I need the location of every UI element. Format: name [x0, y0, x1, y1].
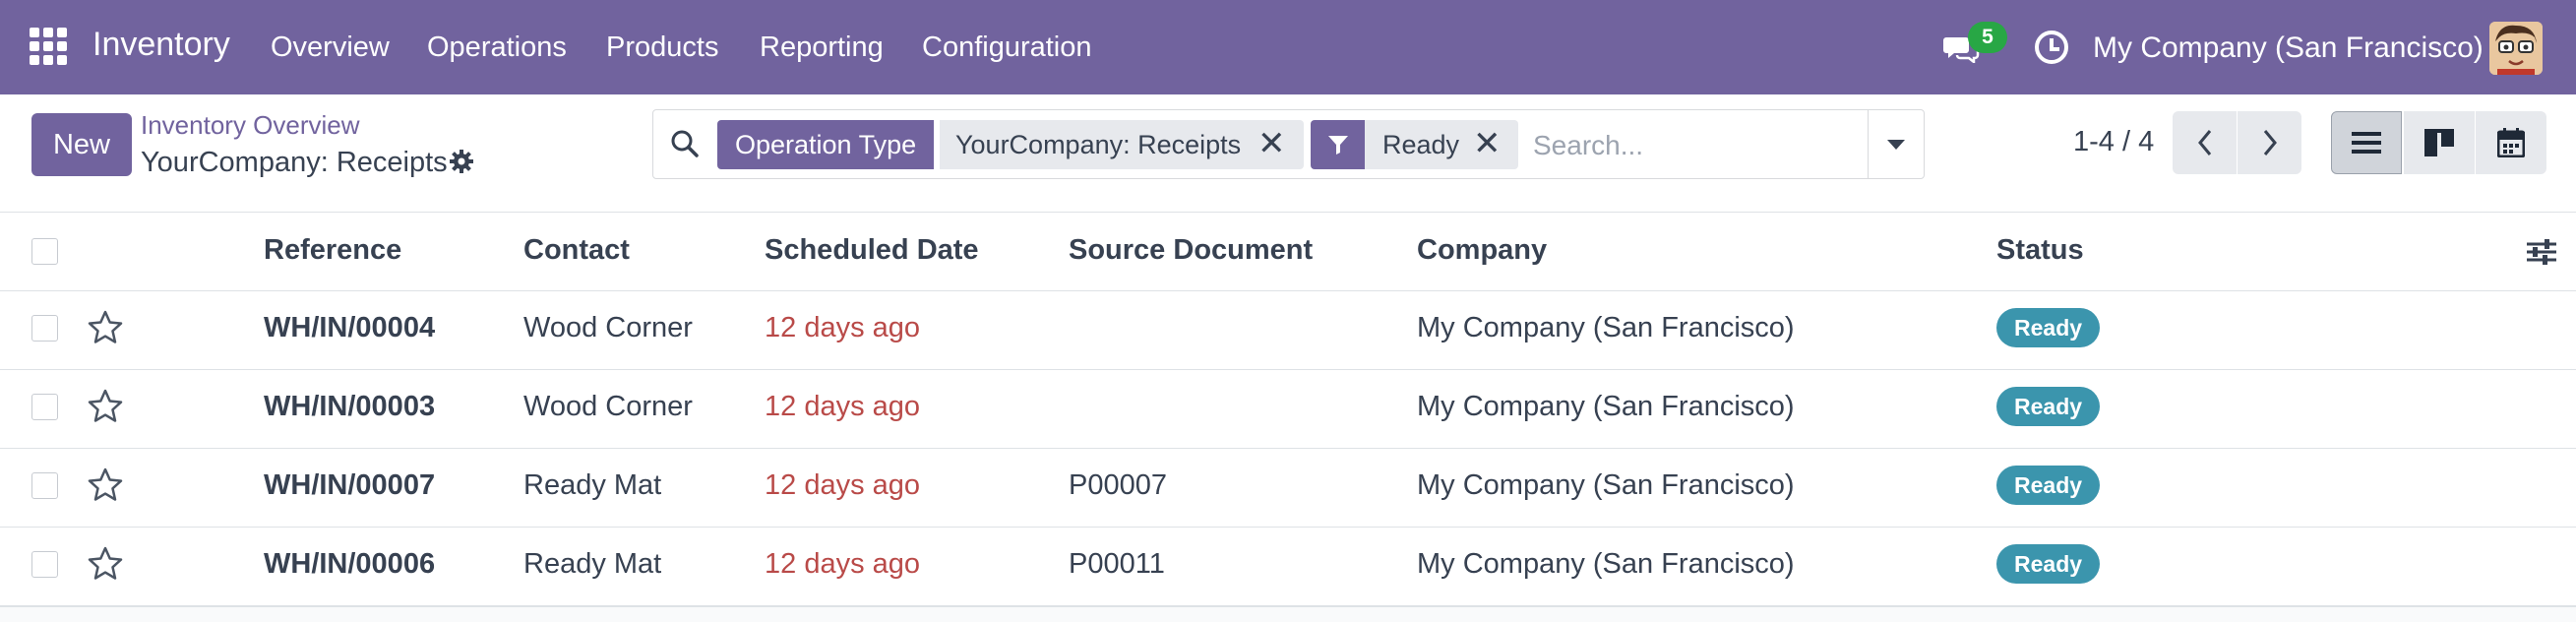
company-cell: My Company (San Francisco): [1417, 469, 1795, 501]
status-badge: Ready: [1996, 308, 2101, 347]
column-header-reference[interactable]: Reference: [264, 234, 401, 267]
remove-ready-facet-icon[interactable]: ✕: [1473, 124, 1502, 163]
pager-previous-button[interactable]: [2173, 111, 2237, 174]
facet-group-label: Operation Type: [717, 120, 935, 169]
calendar-view-button[interactable]: [2476, 111, 2546, 174]
scheduled-date-cell: 12 days ago: [765, 391, 921, 422]
search-icon: [671, 130, 699, 157]
column-header-scheduled-date[interactable]: Scheduled Date: [765, 234, 979, 267]
row-checkbox[interactable]: [31, 315, 58, 342]
favorite-star-icon[interactable]: [87, 309, 124, 346]
kanban-view-icon: [2424, 129, 2454, 156]
list-view-button[interactable]: [2331, 111, 2402, 174]
new-button[interactable]: New: [31, 113, 132, 176]
status-badge: Ready: [1996, 387, 2101, 426]
filter-icon: [1311, 120, 1365, 169]
facet-group-value: YourCompany: Receipts: [940, 120, 1304, 169]
top-navbar: Inventory Overview Operations Products R…: [0, 0, 2576, 94]
column-header-status[interactable]: Status: [1996, 234, 2084, 267]
contact-cell: Wood Corner: [523, 312, 693, 343]
reference-cell: WH/IN/00004: [264, 312, 436, 343]
search-input[interactable]: [1533, 126, 1858, 165]
breadcrumb-parent-link[interactable]: Inventory Overview: [141, 110, 360, 141]
menu-overview[interactable]: Overview: [271, 31, 390, 64]
contact-cell: Wood Corner: [523, 391, 693, 422]
favorite-star-icon[interactable]: [87, 388, 124, 425]
status-badge: Ready: [1996, 544, 2101, 584]
optional-columns-icon[interactable]: [2525, 236, 2558, 268]
company-cell: My Company (San Francisco): [1417, 312, 1795, 343]
row-checkbox[interactable]: [31, 394, 58, 420]
scheduled-date-cell: 12 days ago: [765, 312, 921, 343]
messages-count-badge: 5: [1968, 22, 2007, 53]
row-checkbox[interactable]: [31, 551, 58, 578]
source-document-cell: P00007: [1069, 469, 1167, 501]
activity-clock-icon[interactable]: [2035, 31, 2068, 64]
company-switcher[interactable]: My Company (San Francisco): [2093, 31, 2484, 65]
favorite-star-icon[interactable]: [87, 545, 124, 583]
gear-icon[interactable]: [449, 149, 474, 174]
contact-cell: Ready Mat: [523, 469, 662, 501]
breadcrumb-current: YourCompany: Receipts: [141, 147, 448, 178]
menu-products[interactable]: Products: [606, 31, 718, 64]
source-document-cell: P00011: [1069, 548, 1165, 580]
contact-cell: Ready Mat: [523, 548, 662, 580]
scheduled-date-cell: 12 days ago: [765, 469, 921, 501]
calendar-view-icon: [2497, 128, 2525, 157]
remove-operation-type-facet-icon[interactable]: ✕: [1257, 124, 1286, 163]
row-checkbox[interactable]: [31, 472, 58, 499]
column-header-company[interactable]: Company: [1417, 234, 1547, 267]
status-badge: Ready: [1996, 466, 2101, 505]
column-header-contact[interactable]: Contact: [523, 234, 630, 267]
menu-reporting[interactable]: Reporting: [760, 31, 884, 64]
caret-down-icon: [1886, 139, 1905, 150]
kanban-view-button[interactable]: [2404, 111, 2475, 174]
chevron-left-icon: [2197, 130, 2211, 156]
app-menu-icon[interactable]: [30, 28, 67, 65]
reference-cell: WH/IN/00006: [264, 548, 436, 580]
reference-cell: WH/IN/00007: [264, 469, 436, 501]
company-cell: My Company (San Francisco): [1417, 391, 1795, 422]
menu-configuration[interactable]: Configuration: [922, 31, 1092, 64]
app-name[interactable]: Inventory: [92, 26, 230, 64]
search-options-toggle[interactable]: [1868, 110, 1923, 178]
pager-next-button[interactable]: [2238, 111, 2301, 174]
column-header-source-document[interactable]: Source Document: [1069, 234, 1313, 267]
menu-operations[interactable]: Operations: [427, 31, 567, 64]
pager-value[interactable]: 1-4 / 4: [2073, 126, 2154, 158]
user-avatar[interactable]: [2489, 22, 2543, 75]
select-all-checkbox[interactable]: [31, 238, 58, 265]
table-footer: [0, 606, 2576, 622]
company-cell: My Company (San Francisco): [1417, 548, 1795, 580]
scheduled-date-cell: 12 days ago: [765, 548, 921, 580]
list-view-icon: [2352, 132, 2381, 154]
chevron-right-icon: [2263, 130, 2277, 156]
reference-cell: WH/IN/00003: [264, 391, 436, 422]
favorite-star-icon[interactable]: [87, 466, 124, 504]
